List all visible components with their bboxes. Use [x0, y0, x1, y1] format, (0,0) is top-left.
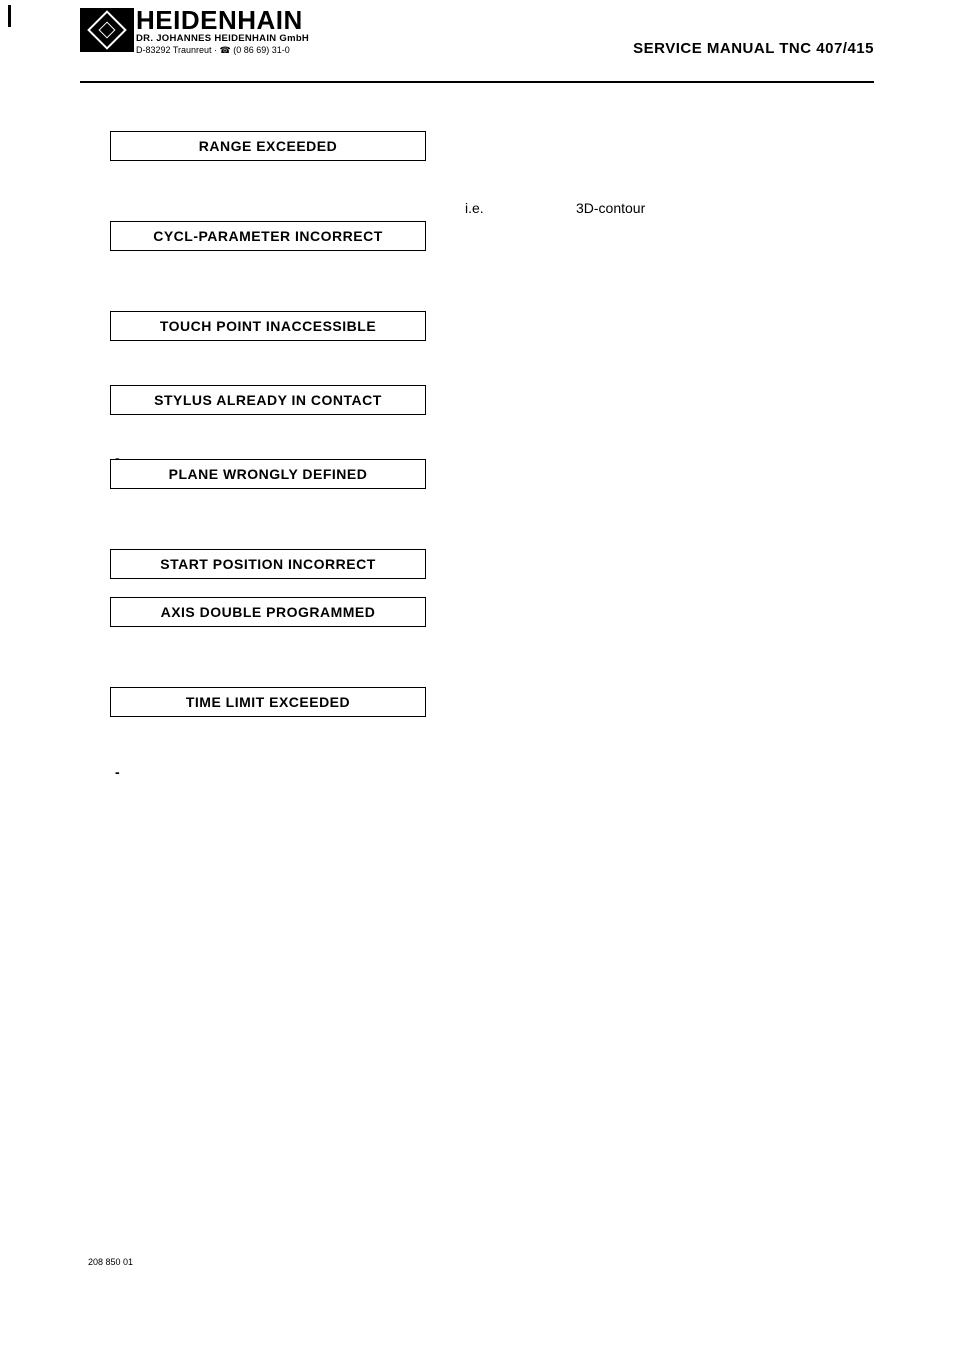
error-touch-point-inaccessible: TOUCH POINT INACCESSIBLE	[110, 311, 426, 341]
logo-brand: HEIDENHAIN	[136, 8, 309, 33]
error-range-exceeded: RANGE EXCEEDED	[110, 131, 426, 161]
header: HEIDENHAIN DR. JOHANNES HEIDENHAIN GmbH …	[80, 8, 874, 83]
error-time-limit-exceeded: TIME LIMIT EXCEEDED	[110, 687, 426, 717]
bullet-dash-1: -	[115, 450, 120, 466]
text-3d-contour: 3D-contour	[576, 200, 645, 216]
logo-company: DR. JOHANNES HEIDENHAIN GmbH	[136, 33, 309, 44]
content-area: RANGE EXCEEDED CYCL-PARAMETER INCORRECT …	[80, 131, 874, 717]
error-cycl-parameter-incorrect: CYCL-PARAMETER INCORRECT	[110, 221, 426, 251]
text-ie: i.e.	[465, 200, 484, 216]
error-axis-double-programmed: AXIS DOUBLE PROGRAMMED	[110, 597, 426, 627]
logo-text-block: HEIDENHAIN DR. JOHANNES HEIDENHAIN GmbH …	[136, 8, 309, 56]
bullet-dash-2: -	[115, 764, 120, 780]
heidenhain-logo-icon	[80, 8, 134, 52]
logo-address: D-83292 Traunreut · ☎ (0 86 69) 31-0	[136, 45, 309, 56]
error-start-position-incorrect: START POSITION INCORRECT	[110, 549, 426, 579]
error-stylus-already-in-contact: STYLUS ALREADY IN CONTACT	[110, 385, 426, 415]
manual-title: SERVICE MANUAL TNC 407/415	[633, 8, 874, 57]
logo-block: HEIDENHAIN DR. JOHANNES HEIDENHAIN GmbH …	[80, 8, 309, 56]
error-plane-wrongly-defined: PLANE WRONGLY DEFINED	[110, 459, 426, 489]
page-container: HEIDENHAIN DR. JOHANNES HEIDENHAIN GmbH …	[0, 0, 954, 1371]
footer-document-number: 208 850 01	[88, 1257, 133, 1267]
